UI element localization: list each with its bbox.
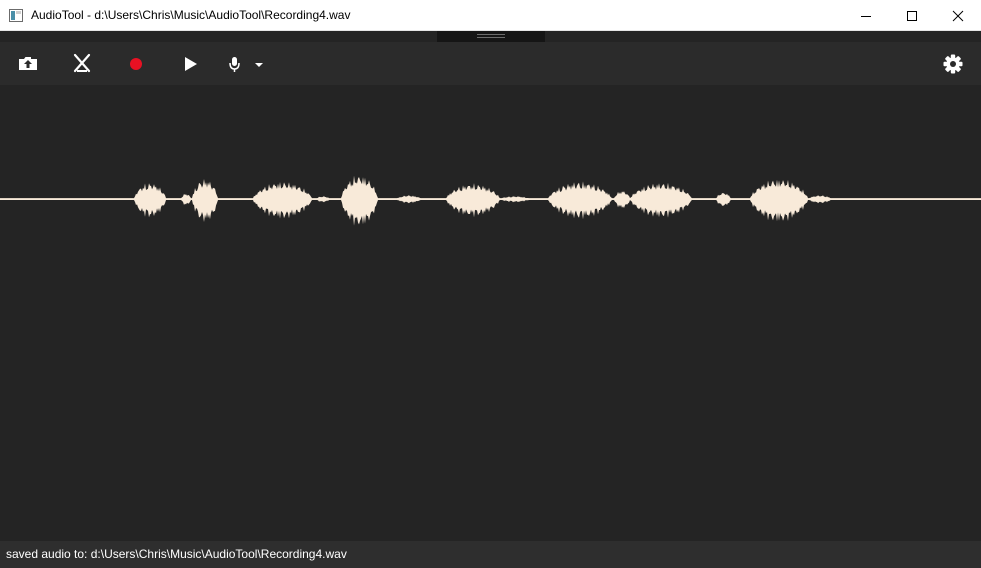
close-button[interactable] bbox=[935, 0, 981, 31]
maximize-button[interactable] bbox=[889, 0, 935, 31]
settings-button[interactable] bbox=[938, 48, 968, 78]
microphone-select-button[interactable] bbox=[220, 48, 268, 78]
cut-button[interactable] bbox=[67, 48, 97, 78]
microphone-icon bbox=[229, 57, 240, 72]
close-icon bbox=[952, 10, 964, 22]
play-button[interactable] bbox=[175, 48, 205, 78]
folder-upload-icon bbox=[19, 57, 37, 70]
waveform-area[interactable] bbox=[0, 85, 981, 541]
status-text: saved audio to: d:\Users\Chris\Music\Aud… bbox=[6, 547, 347, 561]
chevron-down-icon bbox=[255, 63, 263, 67]
minimize-icon bbox=[861, 16, 871, 17]
audio-waveform bbox=[0, 175, 981, 226]
open-file-button[interactable] bbox=[13, 48, 43, 78]
window-title: AudioTool - d:\Users\Chris\Music\AudioTo… bbox=[31, 8, 351, 22]
status-bar: saved audio to: d:\Users\Chris\Music\Aud… bbox=[0, 541, 981, 568]
maximize-icon bbox=[907, 11, 917, 21]
title-bar: AudioTool - d:\Users\Chris\Music\AudioTo… bbox=[0, 0, 981, 31]
toolbar bbox=[0, 42, 981, 85]
scissors-icon bbox=[73, 53, 91, 73]
grip-line bbox=[477, 37, 505, 38]
play-icon bbox=[185, 57, 197, 71]
waveform-shape bbox=[0, 175, 981, 226]
toolbar-drag-handle[interactable] bbox=[437, 31, 545, 42]
grip-line bbox=[477, 34, 505, 35]
app-icon bbox=[9, 9, 23, 22]
gear-icon bbox=[943, 54, 963, 74]
minimize-button[interactable] bbox=[843, 0, 889, 31]
record-icon bbox=[130, 58, 142, 70]
record-button[interactable] bbox=[121, 48, 151, 78]
